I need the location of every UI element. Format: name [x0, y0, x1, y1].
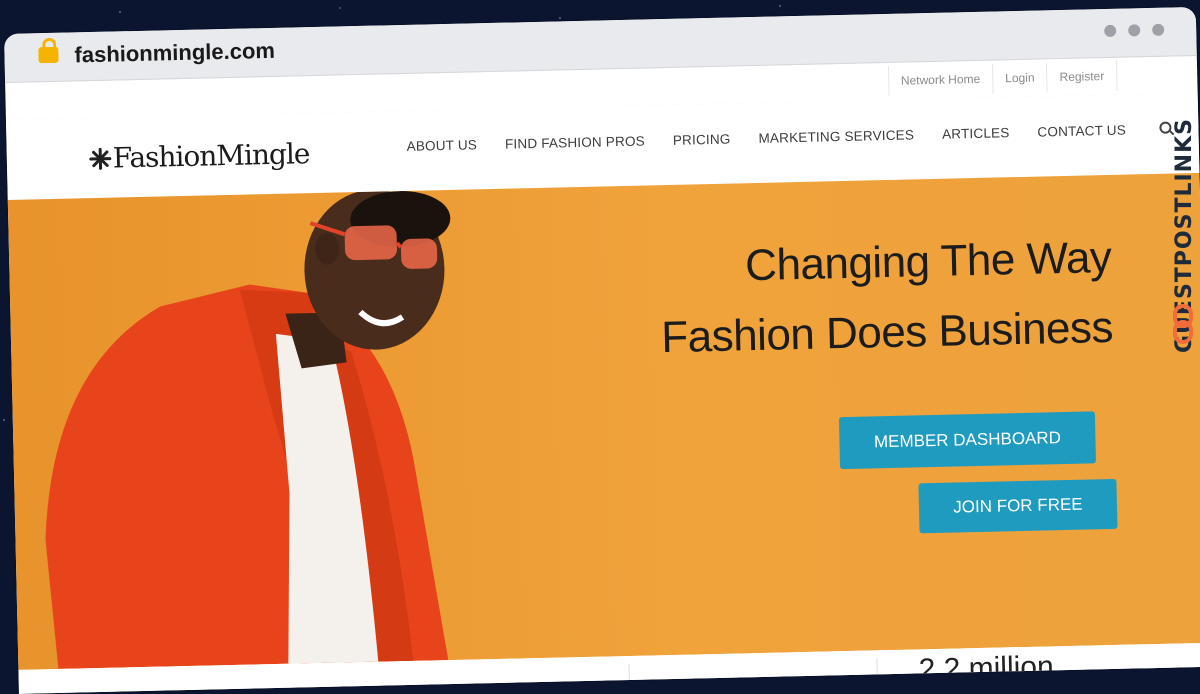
window-dot-icon[interactable]: [1128, 24, 1141, 37]
window-dot-icon[interactable]: [1152, 23, 1165, 36]
nav-find-fashion-pros[interactable]: FIND FASHION PROS: [505, 133, 645, 152]
window-dot-icon[interactable]: [1104, 24, 1117, 38]
lock-icon: [38, 46, 59, 64]
guestpostlinks-watermark: GUESTPOSTLINKS: [1168, 58, 1200, 358]
divider: [876, 658, 879, 689]
network-home-link[interactable]: Network Home: [887, 63, 993, 96]
stat-value: 2.2 million: [918, 650, 1055, 687]
chain-link-icon: [1173, 304, 1193, 344]
hero-model-image: [45, 189, 451, 669]
hero-headline: Changing The Way Fashion Does Business: [659, 223, 1114, 373]
register-link[interactable]: Register: [1046, 60, 1118, 93]
url-text[interactable]: fashionmingle.com: [74, 38, 275, 69]
logo-text: FashionMingle: [112, 137, 310, 175]
nav-pricing[interactable]: PRICING: [673, 132, 731, 149]
login-link[interactable]: Login: [991, 62, 1047, 94]
nav-articles[interactable]: ARTICLES: [942, 125, 1010, 143]
nav-about-us[interactable]: ABOUT US: [406, 137, 477, 155]
nav-contact-us[interactable]: CONTACT US: [1037, 123, 1126, 141]
asterisk-logo-icon: [89, 147, 112, 170]
browser-window: fashionmingle.com Network Home Login Reg…: [4, 6, 1200, 694]
hero-headline-line2: Fashion Does Business: [660, 302, 1114, 363]
hero-banner: Changing The Way Fashion Does Business M…: [7, 172, 1200, 670]
divider: [628, 663, 631, 694]
hero-headline-line1: Changing The Way: [744, 232, 1112, 291]
member-dashboard-button[interactable]: MEMBER DASHBOARD: [838, 411, 1097, 470]
main-nav: ABOUT US FIND FASHION PROS PRICING MARKE…: [406, 121, 1176, 154]
join-for-free-button[interactable]: JOIN FOR FREE: [918, 478, 1118, 534]
site-logo[interactable]: FashionMingle: [88, 137, 310, 175]
nav-marketing-services[interactable]: MARKETING SERVICES: [758, 127, 914, 147]
